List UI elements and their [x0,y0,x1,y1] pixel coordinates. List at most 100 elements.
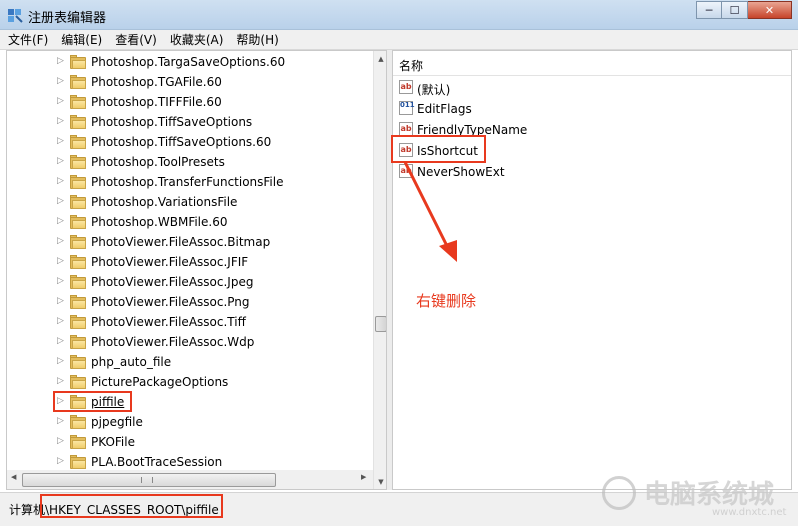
tree-item-label: Photoshop.TargaSaveOptions.60 [91,55,286,69]
menu-help[interactable]: 帮助(H) [236,31,278,48]
tree-item[interactable]: ▷ PhotoViewer.FileAssoc.Png [7,292,373,312]
string-value-icon: ab [399,122,413,136]
folder-icon [70,455,88,469]
tree-item-label: PhotoViewer.FileAssoc.JFIF [91,255,249,269]
key-tree-pane[interactable]: ▷ Photoshop.TargaSaveOptions.60 ▷ Photoshop… [6,50,387,490]
tree-item-label: PhotoViewer.FileAssoc.Bitmap [91,235,271,249]
tree-item[interactable]: ▷ php_auto_file [7,352,373,372]
value-name: EditFlags [417,102,472,116]
tree-item-label: Photoshop.VariationsFile [91,195,238,209]
scroll-right-arrow-icon[interactable]: ▶ [361,473,366,481]
menu-favorites[interactable]: 收藏夹(A) [170,31,224,48]
tree-item-label: Photoshop.WBMFile.60 [91,215,228,229]
tree-item-label: PhotoViewer.FileAssoc.Png [91,295,250,309]
tree-item-label: PhotoViewer.FileAssoc.Wdp [91,335,255,349]
tree-vertical-scrollbar[interactable]: ▲ ▼ [373,51,386,489]
folder-icon [70,235,88,249]
folder-icon [70,315,88,329]
expand-arrow-icon[interactable]: ▷ [57,296,64,306]
value-row[interactable]: ab FriendlyTypeName [393,119,791,140]
values-pane[interactable]: 名称 ab (默认) 011 EditFlags ab FriendlyTypeName a… [392,50,792,490]
value-row[interactable]: ab (默认) [393,77,791,98]
tree-item[interactable]: ▷ PhotoViewer.FileAssoc.JFIF [7,252,373,272]
tree-item[interactable]: ▷ PhotoViewer.FileAssoc.Jpeg [7,272,373,292]
folder-icon [70,215,88,229]
tree-item[interactable]: ▷ Photoshop.ToolPresets [7,152,373,172]
expand-arrow-icon[interactable]: ▷ [57,196,64,206]
minimize-button[interactable]: ─ [696,1,722,19]
tree-item[interactable]: ▷ PicturePackageOptions [7,372,373,392]
expand-arrow-icon[interactable]: ▷ [57,116,64,126]
menu-file[interactable]: 文件(F) [8,31,48,48]
tree-item[interactable]: ▷ piffile [7,392,373,412]
folder-icon [70,335,88,349]
expand-arrow-icon[interactable]: ▷ [57,56,64,66]
binary-value-icon: 011 [399,101,415,115]
tree-scroll-thumb[interactable] [375,316,386,332]
tree-item[interactable]: ▷ Photoshop.TIFFFile.60 [7,92,373,112]
scroll-left-arrow-icon[interactable]: ◀ [11,473,16,481]
watermark-brand: 电脑系统城 [644,480,775,510]
value-name: FriendlyTypeName [417,123,528,137]
tree-item[interactable]: ▷ PhotoViewer.FileAssoc.Tiff [7,312,373,332]
expand-arrow-icon[interactable]: ▷ [57,396,64,406]
menu-view[interactable]: 查看(V) [115,31,157,48]
expand-arrow-icon[interactable]: ▷ [57,376,64,386]
status-path: 计算机\HKEY_CLASSES_ROOT\piffile [9,503,219,517]
expand-arrow-icon[interactable]: ▷ [57,176,64,186]
column-header-name[interactable]: 名称 [393,51,791,76]
maximize-button[interactable]: ☐ [722,1,748,19]
tree-item-label: Photoshop.TGAFile.60 [91,75,222,89]
tree-item-label: php_auto_file [91,355,172,369]
tree-item-label: PicturePackageOptions [91,375,229,389]
expand-arrow-icon[interactable]: ▷ [57,216,64,226]
value-name: (默认) [417,83,451,97]
close-button[interactable]: ✕ [748,1,792,19]
tree-item[interactable]: ▷ PKOFile [7,432,373,452]
tree-item[interactable]: ▷ PhotoViewer.FileAssoc.Wdp [7,332,373,352]
folder-icon [70,195,88,209]
tree-item-label: Photoshop.TIFFFile.60 [91,95,222,109]
expand-arrow-icon[interactable]: ▷ [57,356,64,366]
tree-item[interactable]: ▷ Photoshop.TiffSaveOptions.60 [7,132,373,152]
expand-arrow-icon[interactable]: ▷ [57,276,64,286]
tree-item-label: PKOFile [91,435,135,449]
expand-arrow-icon[interactable]: ▷ [57,256,64,266]
tree-item[interactable]: ▷ Photoshop.TransferFunctionsFile [7,172,373,192]
tree-item[interactable]: ▷ Photoshop.VariationsFile [7,192,373,212]
tree-horizontal-scrollbar[interactable]: ◀ ▶ [7,470,373,489]
scroll-down-arrow-icon[interactable]: ▼ [374,474,386,489]
expand-arrow-icon[interactable]: ▷ [57,436,64,446]
scroll-up-arrow-icon[interactable]: ▲ [374,51,386,66]
expand-arrow-icon[interactable]: ▷ [57,236,64,246]
registry-editor-icon [8,9,23,23]
expand-arrow-icon[interactable]: ▷ [57,156,64,166]
expand-arrow-icon[interactable]: ▷ [57,136,64,146]
expand-arrow-icon[interactable]: ▷ [57,316,64,326]
expand-arrow-icon[interactable]: ▷ [57,76,64,86]
menu-edit[interactable]: 编辑(E) [61,31,102,48]
expand-arrow-icon[interactable]: ▷ [57,96,64,106]
tree-item[interactable]: ▷ Photoshop.TGAFile.60 [7,72,373,92]
window-title: 注册表编辑器 [28,11,107,26]
tree-item[interactable]: ▷ Photoshop.TargaSaveOptions.60 [7,52,373,72]
folder-icon [70,55,88,69]
folder-icon [70,375,88,389]
tree-item[interactable]: ▷ pjpegfile [7,412,373,432]
watermark-logo-icon [602,476,636,510]
folder-icon [70,255,88,269]
expand-arrow-icon[interactable]: ▷ [57,416,64,426]
tree-item[interactable]: ▷ Photoshop.TiffSaveOptions [7,112,373,132]
tree-item-label: PhotoViewer.FileAssoc.Tiff [91,315,246,329]
tree-item[interactable]: ▷ Photoshop.WBMFile.60 [7,212,373,232]
expand-arrow-icon[interactable]: ▷ [57,456,64,466]
expand-arrow-icon[interactable]: ▷ [57,336,64,346]
tree-hscroll-thumb[interactable] [22,473,276,487]
tree-item[interactable]: ▷ PLA.BootTraceSession [7,452,373,472]
title-bar: 注册表编辑器 ─ ☐ ✕ [0,0,798,30]
tree-item[interactable]: ▷ PhotoViewer.FileAssoc.Bitmap [7,232,373,252]
folder-icon [70,115,88,129]
value-row[interactable]: 011 EditFlags [393,98,791,119]
folder-icon [70,135,88,149]
folder-icon [70,155,88,169]
